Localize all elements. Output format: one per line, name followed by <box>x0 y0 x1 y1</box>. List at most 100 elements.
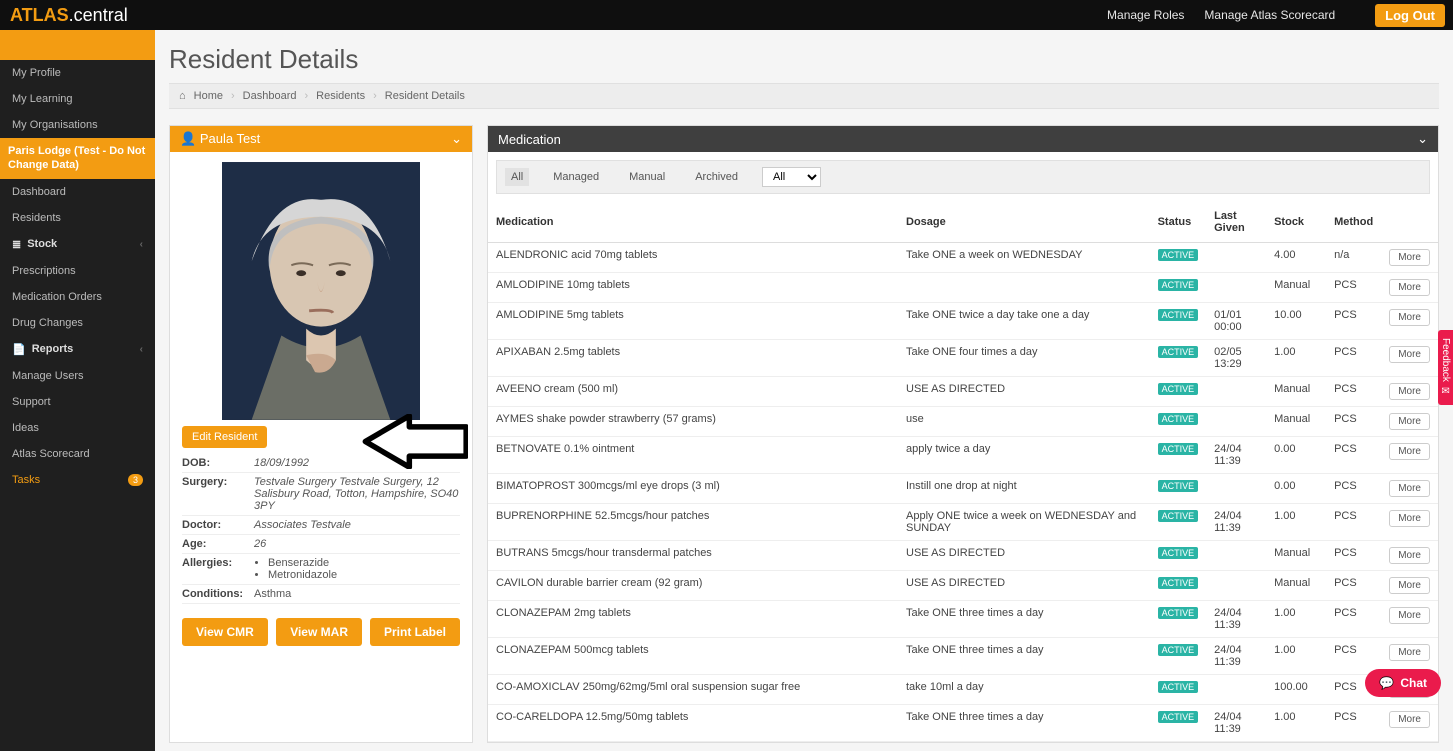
table-row: AMLODIPINE 5mg tabletsTake ONE twice a d… <box>488 303 1438 340</box>
sidebar-item-residents[interactable]: Residents <box>0 205 155 231</box>
table-row: CLONAZEPAM 500mcg tabletsTake ONE three … <box>488 638 1438 675</box>
more-button[interactable]: More <box>1389 309 1430 326</box>
nav-manage-roles[interactable]: Manage Roles <box>1107 8 1184 22</box>
crumb-home[interactable]: Home <box>194 90 223 102</box>
more-button[interactable]: More <box>1389 480 1430 497</box>
sidebar-site-header: Paris Lodge (Test - Do Not Change Data) <box>0 138 155 179</box>
cell-dosage: apply twice a day <box>898 437 1150 474</box>
more-button[interactable]: More <box>1389 279 1430 296</box>
tab-archived[interactable]: Archived <box>689 168 744 186</box>
more-button[interactable]: More <box>1389 577 1430 594</box>
cell-status: ACTIVE <box>1150 243 1207 273</box>
edit-resident-button[interactable]: Edit Resident <box>182 426 267 448</box>
sidebar-item-atlas-scorecard[interactable]: Atlas Scorecard <box>0 441 155 467</box>
table-row: CO-CARELDOPA 12.5mg/50mg tabletsTake ONE… <box>488 705 1438 742</box>
portrait-placeholder-svg <box>222 162 420 420</box>
feedback-tab[interactable]: Feedback ✉ <box>1438 330 1453 405</box>
status-badge: ACTIVE <box>1158 346 1199 358</box>
print-label-button[interactable]: Print Label <box>370 618 460 646</box>
sidebar-item-prescriptions[interactable]: Prescriptions <box>0 258 155 284</box>
status-badge: ACTIVE <box>1158 249 1199 261</box>
tab-managed[interactable]: Managed <box>547 168 605 186</box>
cell-method: PCS <box>1326 273 1381 303</box>
more-button[interactable]: More <box>1389 383 1430 400</box>
sidebar-item-reports[interactable]: 📄Reports ‹ <box>0 336 155 363</box>
annotation-arrow <box>358 414 468 469</box>
crumb-residents[interactable]: Residents <box>316 90 365 102</box>
more-button[interactable]: More <box>1389 644 1430 661</box>
more-button[interactable]: More <box>1389 711 1430 728</box>
sidebar-item-orgs[interactable]: My Organisations <box>0 112 155 138</box>
sidebar-item-label: Atlas Scorecard <box>12 448 90 460</box>
more-button[interactable]: More <box>1389 413 1430 430</box>
cell-medication: CLONAZEPAM 500mcg tablets <box>488 638 898 675</box>
sidebar-item-profile[interactable]: My Profile <box>0 60 155 86</box>
crumb-current: Resident Details <box>385 90 465 102</box>
chat-label: Chat <box>1400 676 1427 690</box>
sidebar-item-ideas[interactable]: Ideas <box>0 415 155 441</box>
sidebar-item-manage-users[interactable]: Manage Users <box>0 363 155 389</box>
more-button[interactable]: More <box>1389 510 1430 527</box>
cell-last-given: 01/01 00:00 <box>1206 303 1266 340</box>
cell-actions: More <box>1381 705 1438 742</box>
value-allergies: Benserazide Metronidazole <box>254 557 460 581</box>
status-badge: ACTIVE <box>1158 711 1199 723</box>
filter-select[interactable]: All <box>762 167 821 187</box>
label-conditions: Conditions: <box>182 588 254 600</box>
chevron-down-icon: ⌄ <box>451 131 462 147</box>
resident-card-header[interactable]: 👤 Paula Test ⌄ <box>170 126 472 152</box>
feedback-icon: ✉ <box>1441 386 1449 397</box>
table-row: CAVILON durable barrier cream (92 gram)U… <box>488 571 1438 601</box>
cell-last-given <box>1206 675 1266 705</box>
cell-stock: 1.00 <box>1266 340 1326 377</box>
chat-widget[interactable]: 💬 Chat <box>1365 669 1441 697</box>
more-button[interactable]: More <box>1389 443 1430 460</box>
table-row: AYMES shake powder strawberry (57 grams)… <box>488 407 1438 437</box>
view-mar-button[interactable]: View MAR <box>276 618 362 646</box>
sidebar-item-label: Ideas <box>12 422 39 434</box>
cell-actions: More <box>1381 571 1438 601</box>
cell-last-given: 02/05 13:29 <box>1206 340 1266 377</box>
sidebar-item-drug-changes[interactable]: Drug Changes <box>0 310 155 336</box>
view-cmr-button[interactable]: View CMR <box>182 618 268 646</box>
cell-dosage: USE AS DIRECTED <box>898 571 1150 601</box>
cell-last-given <box>1206 377 1266 407</box>
value-surgery: Testvale Surgery Testvale Surgery, 12 Sa… <box>254 476 460 512</box>
more-button[interactable]: More <box>1389 346 1430 363</box>
crumb-dashboard[interactable]: Dashboard <box>243 90 297 102</box>
more-button[interactable]: More <box>1389 607 1430 624</box>
cell-medication: BUTRANS 5mcgs/hour transdermal patches <box>488 541 898 571</box>
cell-stock: 10.00 <box>1266 303 1326 340</box>
sidebar-item-support[interactable]: Support <box>0 389 155 415</box>
logout-button[interactable]: Log Out <box>1375 4 1445 27</box>
label-doctor: Doctor: <box>182 519 254 531</box>
sidebar-item-dashboard[interactable]: Dashboard <box>0 179 155 205</box>
sidebar-item-tasks[interactable]: Tasks 3 <box>0 467 155 493</box>
sidebar-item-medication-orders[interactable]: Medication Orders <box>0 284 155 310</box>
cell-dosage: Take ONE four times a day <box>898 340 1150 377</box>
sidebar-item-stock[interactable]: ≣Stock ‹ <box>0 231 155 258</box>
status-badge: ACTIVE <box>1158 309 1199 321</box>
cell-stock: 0.00 <box>1266 474 1326 504</box>
table-row: BETNOVATE 0.1% ointmentapply twice a day… <box>488 437 1438 474</box>
chevron-right-icon: › <box>373 90 377 102</box>
brand-part1: ATLAS <box>10 5 69 25</box>
cell-dosage: Take ONE twice a day take one a day <box>898 303 1150 340</box>
medication-panel-header[interactable]: Medication ⌄ <box>488 126 1438 152</box>
more-button[interactable]: More <box>1389 249 1430 266</box>
label-age: Age: <box>182 538 254 550</box>
cell-actions: More <box>1381 437 1438 474</box>
table-row: APIXABAN 2.5mg tabletsTake ONE four time… <box>488 340 1438 377</box>
cell-last-given <box>1206 243 1266 273</box>
col-status: Status <box>1150 202 1207 243</box>
cell-actions: More <box>1381 504 1438 541</box>
sidebar-item-learning[interactable]: My Learning <box>0 86 155 112</box>
more-button[interactable]: More <box>1389 547 1430 564</box>
status-badge: ACTIVE <box>1158 443 1199 455</box>
table-row: BUPRENORPHINE 52.5mcgs/hour patchesApply… <box>488 504 1438 541</box>
tab-all[interactable]: All <box>505 168 529 186</box>
nav-manage-scorecard[interactable]: Manage Atlas Scorecard <box>1204 8 1335 22</box>
tab-manual[interactable]: Manual <box>623 168 671 186</box>
sidebar-item-label: Dashboard <box>12 186 66 198</box>
cell-stock: 1.00 <box>1266 504 1326 541</box>
